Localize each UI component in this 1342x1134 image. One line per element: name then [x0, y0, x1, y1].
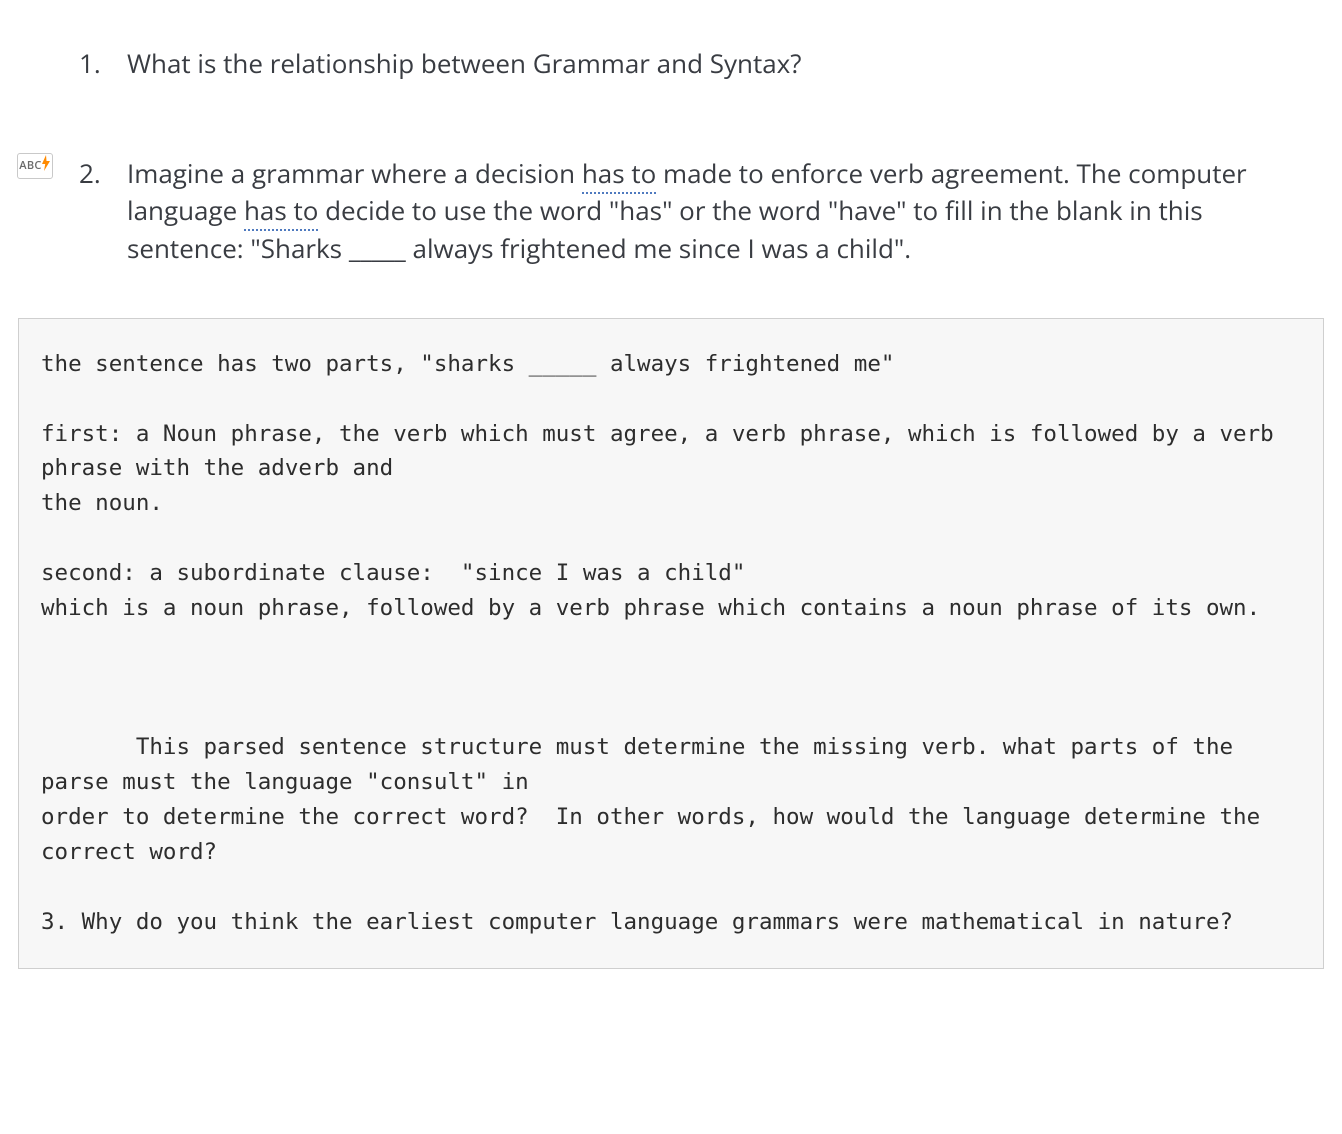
question-number-1: 1.: [79, 45, 127, 83]
ambiguous-phrase-1: has to: [582, 155, 656, 194]
question-number-2: 2.: [79, 155, 127, 193]
spellcheck-badge[interactable]: ABC: [17, 153, 53, 179]
lightning-icon: [41, 155, 51, 176]
badge-label: ABC: [19, 158, 41, 173]
ambiguous-phrase-2: has to: [244, 192, 318, 231]
question-2: ABC 2. Imagine a grammar where a decisio…: [79, 155, 1324, 268]
question-text-1: What is the relationship between Grammar…: [127, 45, 802, 83]
code-block: the sentence has two parts, "sharks ____…: [18, 318, 1324, 969]
fill-blank: _____: [349, 230, 406, 266]
question-text-2: Imagine a grammar where a decision has t…: [127, 155, 1267, 268]
question-1: 1. What is the relationship between Gram…: [79, 45, 1324, 83]
